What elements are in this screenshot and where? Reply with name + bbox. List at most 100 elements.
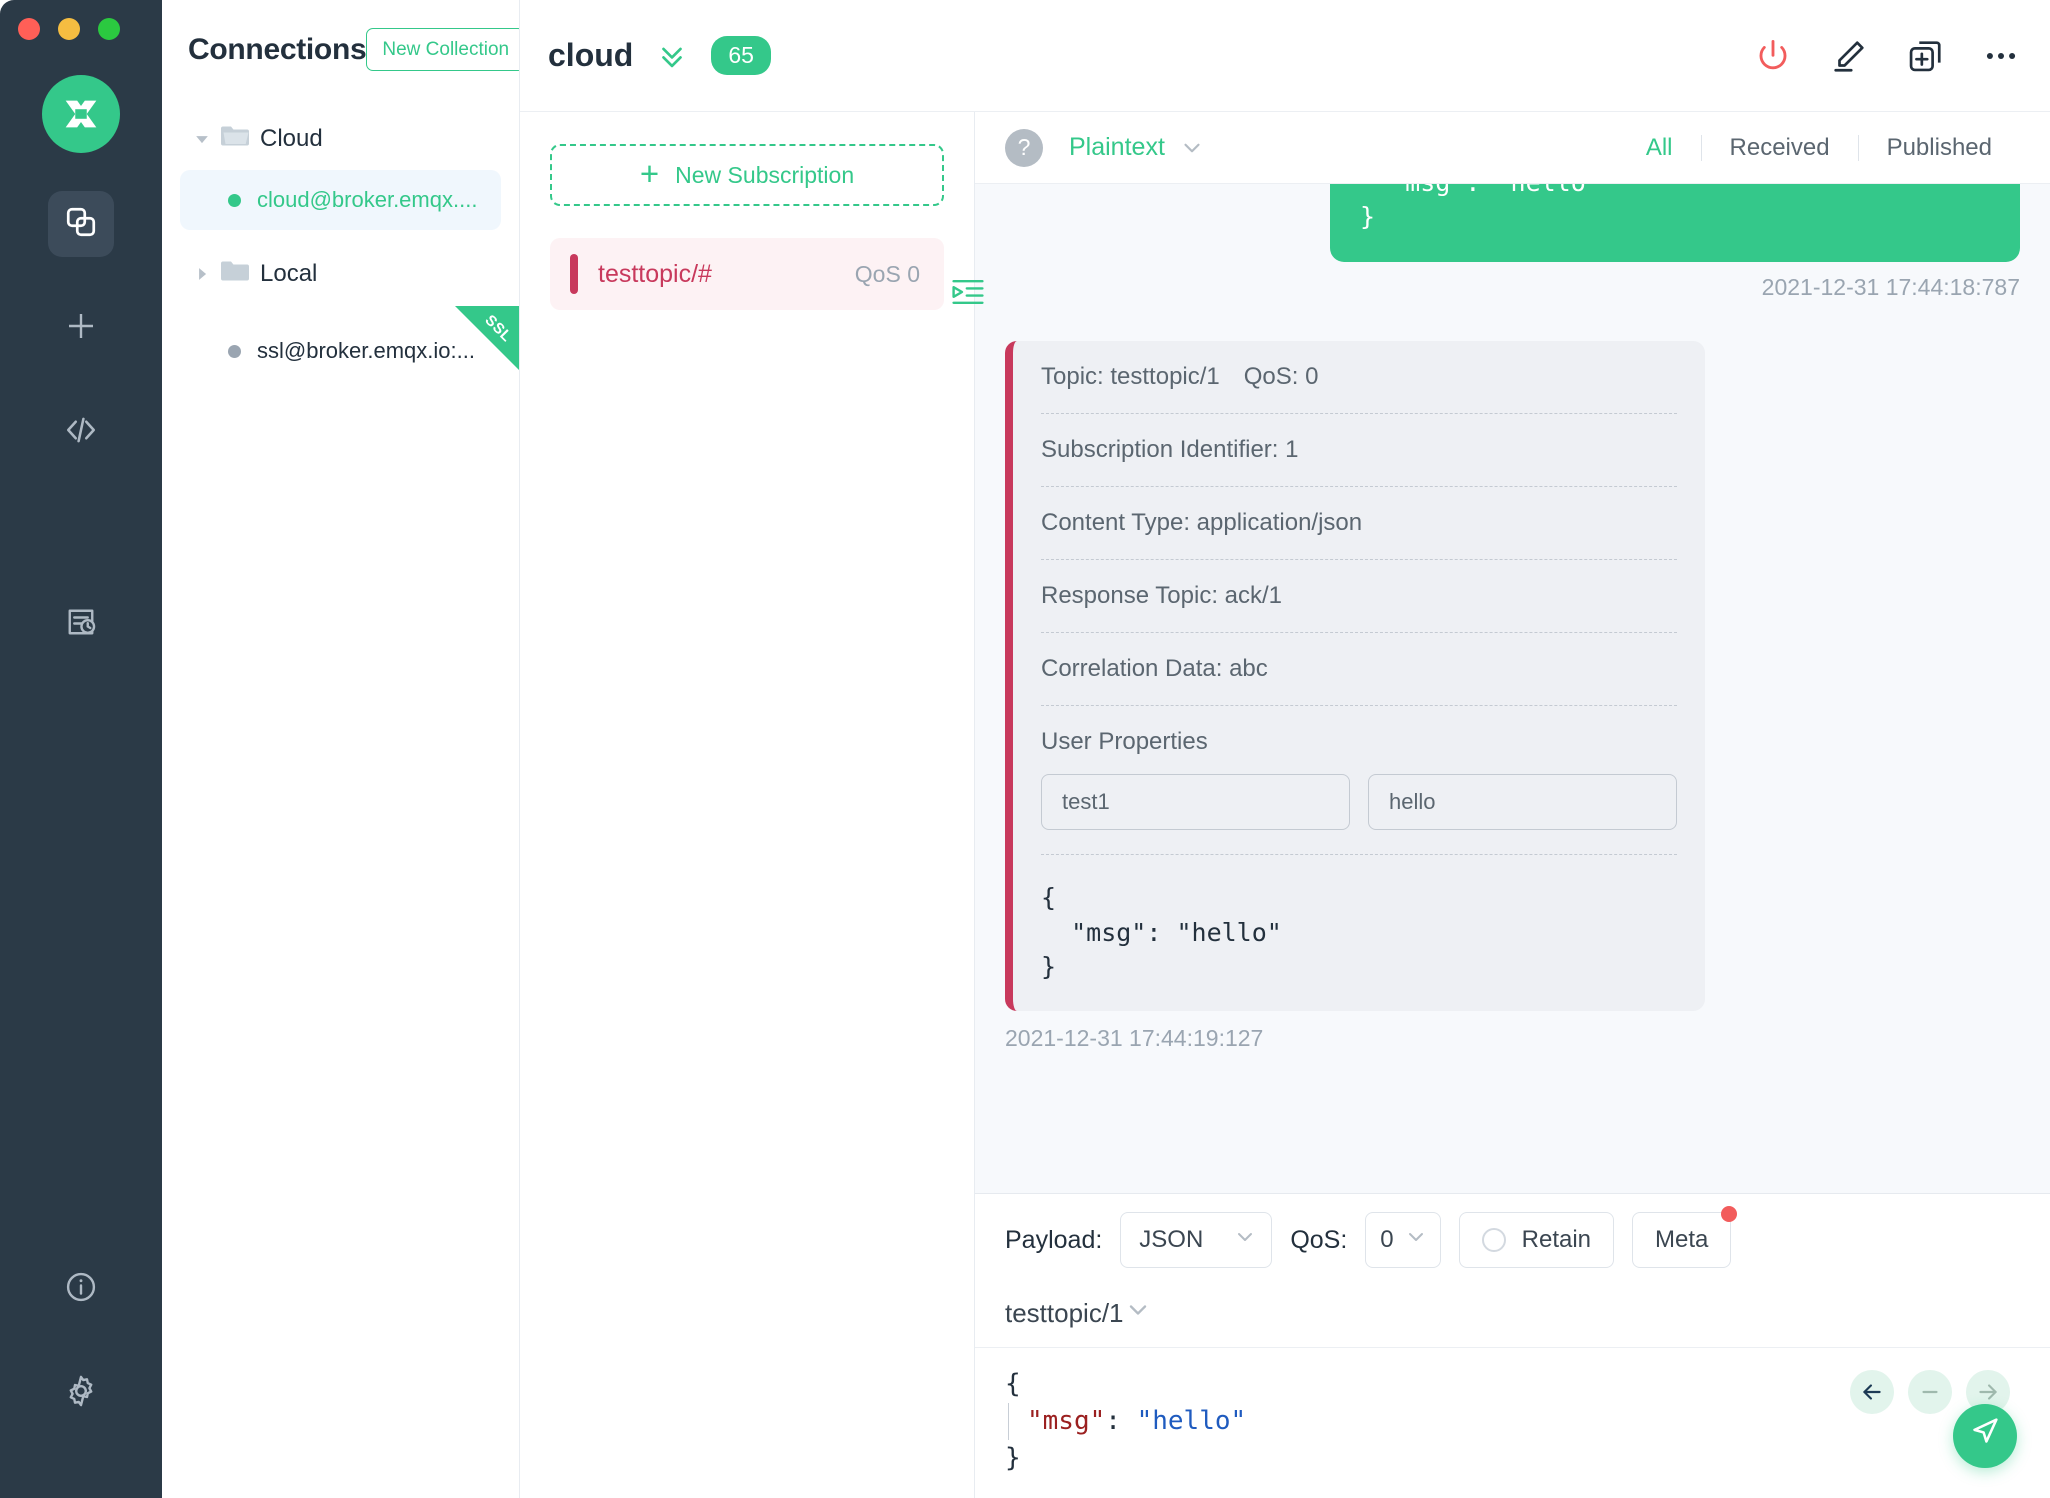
ellipsis-icon[interactable]: [1982, 37, 2020, 75]
tab-published[interactable]: Published: [1859, 134, 2020, 162]
meta-label: Meta: [1655, 1226, 1708, 1254]
main-area: cloud 65: [520, 0, 2050, 1498]
tree-folder-label: Cloud: [260, 125, 323, 153]
chevron-down-icon[interactable]: [1124, 1296, 1152, 1331]
minimize-window-button[interactable]: [58, 18, 80, 40]
maximize-window-button[interactable]: [98, 18, 120, 40]
connections-panel: Connections New Collection Cloud cloud@b: [162, 0, 520, 1498]
received-topic: Topic: testtopic/1: [1041, 363, 1220, 390]
send-icon: [1968, 1414, 2002, 1459]
published-message: "msg": "hello" } 2021-12-31 17:44:18:787: [1005, 184, 2020, 301]
plus-icon: +: [640, 157, 659, 190]
copy-plus-icon[interactable]: [1906, 37, 1944, 75]
ssl-badge: SSL: [455, 306, 519, 370]
sidebar-item-scripts[interactable]: [48, 399, 114, 465]
published-message-payload: "msg": "hello" }: [1330, 184, 2020, 262]
connection-topbar: cloud 65: [520, 0, 2050, 112]
payload-label: Payload:: [1005, 1226, 1102, 1255]
user-properties-label: User Properties: [1041, 706, 1677, 756]
new-collection-button[interactable]: New Collection: [366, 28, 520, 71]
received-message: Topic: testtopic/1 QoS: 0 Subscription Id…: [1005, 341, 2020, 1052]
received-subscription-identifier: Subscription Identifier: 1: [1041, 414, 1677, 487]
tree-folder-label: Local: [260, 260, 317, 288]
received-message-card: Topic: testtopic/1 QoS: 0 Subscription Id…: [1005, 341, 1705, 1011]
double-chevron-down-icon[interactable]: [655, 39, 689, 73]
user-properties-row: test1 hello: [1041, 756, 1677, 855]
sidebar-item-log[interactable]: [48, 591, 114, 657]
tab-all[interactable]: All: [1618, 134, 1701, 162]
connection-item-ssl[interactable]: ssl@broker.emqx.io:...: [180, 321, 501, 381]
mqttx-logo-icon: [42, 75, 120, 153]
received-topic-qos-line: Topic: testtopic/1 QoS: 0: [1041, 341, 1677, 414]
folder-open-icon: [220, 124, 250, 153]
tree-folder-cloud[interactable]: Cloud: [162, 113, 519, 164]
received-correlation-data: Correlation Data: abc: [1041, 633, 1677, 706]
user-property-key: test1: [1041, 774, 1350, 830]
connection-title: cloud: [548, 37, 633, 74]
message-filter-tabs: All Received Published: [1618, 134, 2020, 162]
received-qos: QoS: 0: [1244, 363, 1319, 390]
editor-json-key: "msg": [1027, 1406, 1105, 1436]
question-circle-icon[interactable]: ?: [1005, 129, 1043, 167]
new-subscription-button[interactable]: + New Subscription: [550, 144, 944, 206]
minus-icon[interactable]: [1908, 1370, 1952, 1414]
qos-select[interactable]: 0: [1365, 1212, 1440, 1268]
payload-format-select[interactable]: JSON: [1120, 1212, 1272, 1268]
editor-line-3: }: [1005, 1440, 2020, 1477]
tab-received[interactable]: Received: [1702, 134, 1858, 162]
received-message-payload: { "msg": "hello" }: [1041, 855, 1677, 991]
published-message-timestamp: 2021-12-31 17:44:18:787: [1762, 274, 2020, 301]
content-body: + New Subscription testtopic/# QoS 0: [520, 112, 2050, 1498]
message-list[interactable]: "msg": "hello" } 2021-12-31 17:44:18:787…: [975, 184, 2050, 1193]
page-title: Connections: [188, 33, 366, 67]
tree-folder-local[interactable]: Local: [162, 248, 519, 299]
retain-label: Retain: [1522, 1226, 1591, 1254]
sidebar-item-settings[interactable]: [48, 1360, 114, 1426]
subscription-qos: QoS 0: [855, 261, 920, 288]
subscription-item[interactable]: testtopic/# QoS 0: [550, 238, 944, 310]
sidebar-item-connections[interactable]: [48, 191, 114, 257]
qos-label: QoS:: [1290, 1226, 1347, 1255]
chevron-down-icon[interactable]: [1179, 135, 1205, 161]
subscription-color-bar: [570, 254, 578, 294]
payload-format-value: JSON: [1139, 1226, 1203, 1254]
received-message-timestamp: 2021-12-31 17:44:19:127: [1005, 1025, 2020, 1052]
topbar-actions: [1754, 37, 2020, 75]
meta-button[interactable]: Meta: [1632, 1212, 1731, 1268]
sidebar-item-new-connection[interactable]: [48, 295, 114, 361]
stacked-squares-icon: [63, 204, 99, 245]
sidebar-item-about[interactable]: [48, 1256, 114, 1322]
window-traffic-lights: [18, 18, 120, 40]
power-icon[interactable]: [1754, 37, 1792, 75]
payload-format-value[interactable]: Plaintext: [1069, 133, 1165, 162]
send-button[interactable]: [1953, 1404, 2017, 1468]
meta-changed-indicator: [1721, 1206, 1737, 1222]
folder-closed-icon: [220, 259, 250, 288]
subscriptions-panel: + New Subscription testtopic/# QoS 0: [520, 112, 975, 1498]
editor-json-separator: :: [1105, 1406, 1136, 1436]
code-brackets-icon: [63, 412, 99, 453]
caret-right-icon[interactable]: [194, 267, 210, 281]
connections-header: Connections New Collection: [162, 0, 519, 71]
connection-item-cloud[interactable]: cloud@broker.emqx....: [180, 170, 501, 230]
chevron-down-icon: [1404, 1225, 1428, 1256]
message-count-badge: 65: [711, 36, 771, 75]
retain-toggle[interactable]: Retain: [1459, 1212, 1614, 1268]
payload-editor[interactable]: { "msg": "hello" }: [975, 1348, 2050, 1498]
close-window-button[interactable]: [18, 18, 40, 40]
messages-toolbar: ? Plaintext All Received Published: [975, 112, 2050, 184]
status-indicator-online: [228, 194, 241, 207]
chevron-down-icon: [1233, 1225, 1257, 1256]
publish-topic-value: testtopic/1: [1005, 1298, 1124, 1329]
radio-unchecked-icon: [1482, 1228, 1506, 1252]
qos-value: 0: [1380, 1226, 1393, 1254]
arrow-left-icon[interactable]: [1850, 1370, 1894, 1414]
caret-down-icon[interactable]: [194, 132, 210, 146]
status-indicator-offline: [228, 345, 241, 358]
gear-icon: [63, 1373, 99, 1414]
pencil-icon[interactable]: [1830, 37, 1868, 75]
received-content-type: Content Type: application/json: [1041, 487, 1677, 560]
left-icon-rail: [0, 0, 162, 1498]
publish-topic-input[interactable]: testtopic/1: [975, 1282, 2050, 1348]
composer-options: Payload: JSON QoS: 0: [975, 1194, 2050, 1282]
